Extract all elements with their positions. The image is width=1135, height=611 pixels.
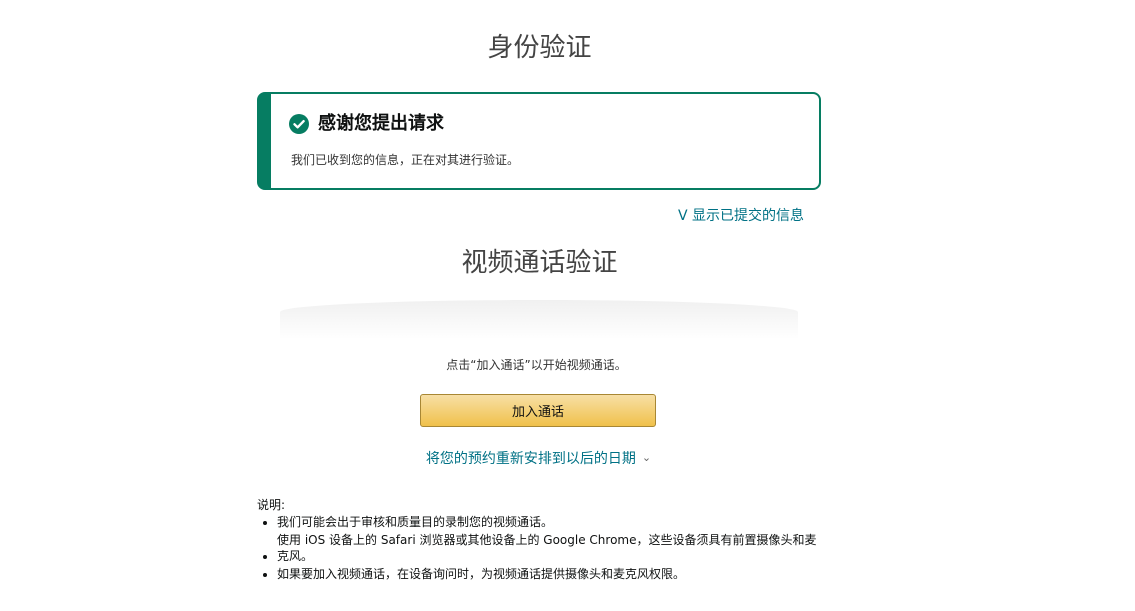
list-item: 我们可能会出于审核和质量目的录制您的视频通话。 [277,514,857,530]
notes-label: 说明: [257,498,286,512]
alert-body: 我们已收到您的信息，正在对其进行验证。 [291,153,520,167]
success-alert: 感谢您提出请求 我们已收到您的信息，正在对其进行验证。 [257,92,821,190]
alert-header: 感谢您提出请求 [289,111,444,137]
join-instruction: 点击“加入通话”以开始视频通话。 [446,358,627,372]
check-circle-icon [289,114,309,134]
list-item: 如果要加入视频通话，在设备询问时，为视频通话提供摄像头和麦克风权限。 [277,566,857,582]
chevron-down-icon: ⌄ [641,451,652,464]
page-title: 身份验证 [487,33,592,63]
alert-title: 感谢您提出请求 [318,113,444,134]
section-divider [280,300,798,340]
notes-section: 说明: 我们可能会出于审核和质量目的录制您的视频通话。 使用 iOS 设备上的 … [257,497,857,584]
notes-list: 我们可能会出于审核和质量目的录制您的视频通话。 使用 iOS 设备上的 Safa… [257,514,857,582]
list-item: 使用 iOS 设备上的 Safari 浏览器或其他设备上的 Google Chr… [277,532,857,564]
video-section-title: 视频通话验证 [461,248,618,278]
reschedule-label: 将您的预约重新安排到以后的日期 [425,451,636,467]
page: 身份验证 感谢您提出请求 我们已收到您的信息，正在对其进行验证。 V 显示已提交… [0,0,1135,611]
join-call-button[interactable]: 加入通话 [420,394,656,427]
show-submitted-info-link[interactable]: V 显示已提交的信息 [678,206,804,226]
reschedule-link[interactable]: 将您的预约重新安排到以后的日期 ⌄ [0,448,1077,469]
